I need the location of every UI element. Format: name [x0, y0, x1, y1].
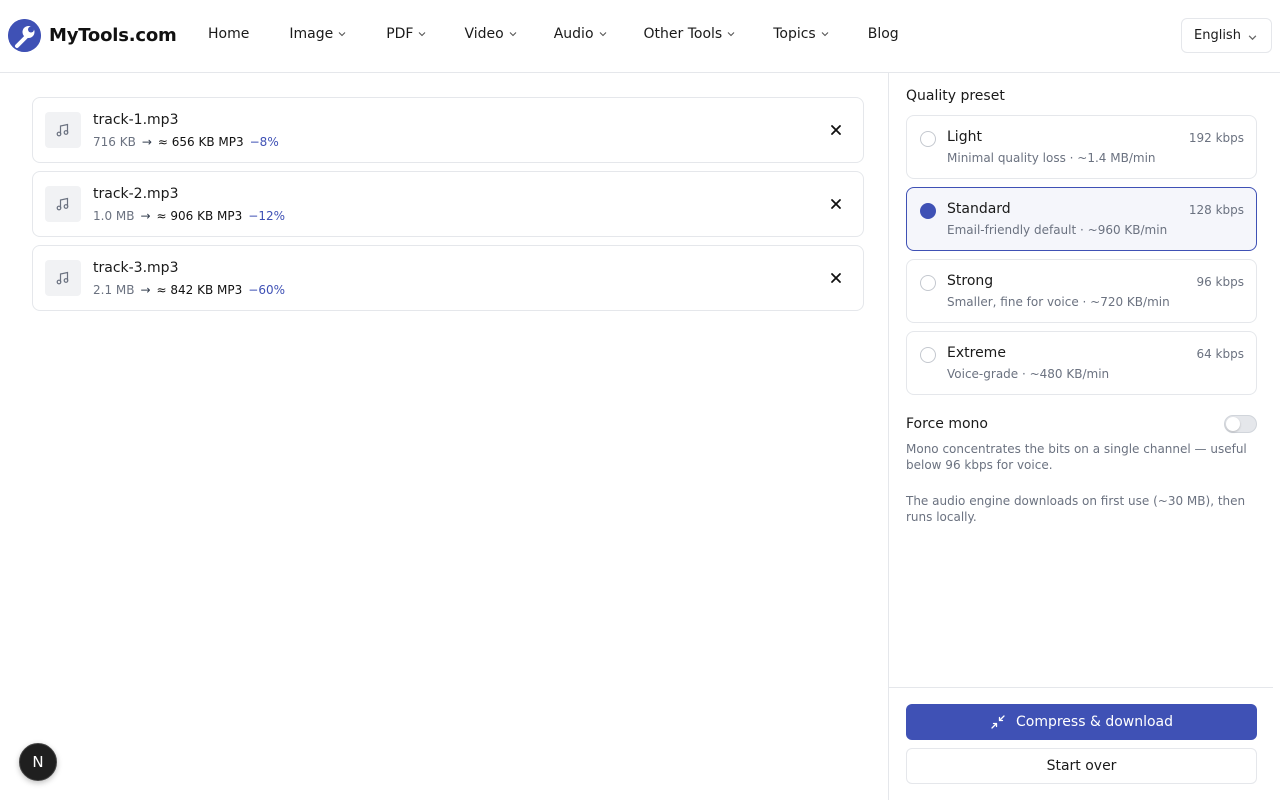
- force-mono-help: Mono concentrates the bits on a single c…: [906, 442, 1247, 472]
- radio-button[interactable]: [920, 275, 936, 291]
- site-logo[interactable]: MyTools.com: [8, 19, 177, 52]
- nav-blog[interactable]: Blog: [868, 26, 899, 42]
- music-note-icon: [45, 186, 81, 222]
- chevron-down-icon: [599, 32, 606, 37]
- language-value: English: [1194, 28, 1241, 43]
- file-name: track-1.mp3: [93, 112, 179, 128]
- estimated-size: ≈ 656 KB MP3: [157, 135, 244, 149]
- preset-description: Email-friendly default · ~960 KB/min: [947, 223, 1168, 237]
- original-size: 716 KB: [93, 135, 136, 149]
- original-size: 1.0 MB: [93, 209, 135, 223]
- preset-bitrate: 128 kbps: [1188, 203, 1244, 217]
- language-select[interactable]: English: [1181, 18, 1272, 53]
- fab-label: N: [32, 753, 44, 771]
- preset-standard[interactable]: Standard 128 kbps Email-friendly default…: [906, 187, 1257, 251]
- preset-strong[interactable]: Strong 96 kbps Smaller, fine for voice ·…: [906, 259, 1257, 323]
- file-row: track-3.mp3 2.1 MB → ≈ 842 KB MP3 −60%: [32, 245, 864, 311]
- preset-description: Minimal quality loss · ~1.4 MB/min: [947, 151, 1156, 165]
- size-change: −12%: [248, 209, 286, 223]
- nav-pdf[interactable]: PDF: [386, 26, 426, 42]
- chevron-down-icon: [419, 32, 426, 37]
- file-row: track-1.mp3 716 KB → ≈ 656 KB MP3 −8%: [32, 97, 864, 163]
- nav-label: Home: [208, 26, 250, 42]
- chevron-down-icon: [1248, 35, 1257, 41]
- force-mono-label: Force mono: [906, 416, 988, 432]
- toggle-knob: [1226, 417, 1240, 431]
- preset-name: Strong: [947, 273, 994, 289]
- file-size-info: 716 KB → ≈ 656 KB MP3 −8%: [93, 135, 279, 149]
- file-size-info: 1.0 MB → ≈ 906 KB MP3 −12%: [93, 209, 285, 223]
- preset-name: Extreme: [947, 345, 1006, 361]
- file-name: track-2.mp3: [93, 186, 179, 202]
- estimated-size: ≈ 906 KB MP3: [156, 209, 243, 223]
- wrench-logo-icon: [8, 19, 41, 52]
- nav-label: PDF: [386, 26, 414, 42]
- close-icon[interactable]: [829, 197, 843, 211]
- chevron-down-icon: [338, 32, 346, 37]
- nav-image[interactable]: Image: [289, 26, 346, 42]
- arrow-right-icon: →: [140, 209, 151, 223]
- compress-download-button[interactable]: Compress & download: [906, 704, 1257, 740]
- arrow-right-icon: →: [140, 283, 151, 297]
- preset-light[interactable]: Light 192 kbps Minimal quality loss · ~1…: [906, 115, 1257, 179]
- chevron-down-icon: [727, 32, 735, 37]
- chevron-down-icon: [509, 32, 517, 37]
- preset-bitrate: 64 kbps: [1196, 347, 1244, 361]
- site-name: MyTools.com: [49, 25, 177, 46]
- preset-description: Voice-grade · ~480 KB/min: [947, 367, 1110, 381]
- divider: [889, 687, 1273, 688]
- nav-label: Video: [464, 26, 504, 42]
- original-size: 2.1 MB: [93, 283, 135, 297]
- file-size-info: 2.1 MB → ≈ 842 KB MP3 −60%: [93, 283, 285, 297]
- quality-preset-heading: Quality preset: [906, 88, 1005, 104]
- preset-bitrate: 192 kbps: [1188, 131, 1244, 145]
- nav-other-tools[interactable]: Other Tools: [644, 26, 736, 42]
- nav-label: Other Tools: [643, 26, 723, 42]
- settings-panel: Quality preset Light 192 kbps Minimal qu…: [888, 73, 1280, 800]
- radio-button[interactable]: [920, 131, 936, 147]
- nav-home[interactable]: Home: [208, 26, 249, 42]
- close-icon[interactable]: [829, 271, 843, 285]
- arrow-right-icon: →: [141, 135, 152, 149]
- top-header: MyTools.com Home Image PDF Video Audio O…: [0, 0, 1280, 73]
- preset-name: Light: [947, 129, 982, 145]
- main-nav: Home Image PDF Video Audio Other Tools T…: [208, 26, 899, 42]
- close-icon[interactable]: [829, 123, 843, 137]
- preset-name: Standard: [947, 201, 1011, 217]
- file-row: track-2.mp3 1.0 MB → ≈ 906 KB MP3 −12%: [32, 171, 864, 237]
- engine-note: The audio engine downloads on first use …: [906, 494, 1246, 524]
- chevron-down-icon: [821, 32, 829, 37]
- size-change: −8%: [249, 135, 279, 149]
- music-note-icon: [45, 112, 81, 148]
- estimated-size: ≈ 842 KB MP3: [156, 283, 243, 297]
- nav-audio[interactable]: Audio: [554, 26, 607, 42]
- compress-download-label: Compress & download: [1015, 714, 1174, 730]
- size-change: −60%: [248, 283, 286, 297]
- start-over-label: Start over: [1046, 758, 1117, 774]
- nav-label: Topics: [773, 26, 816, 42]
- preset-description: Smaller, fine for voice · ~720 KB/min: [947, 295, 1170, 309]
- force-mono-toggle[interactable]: [1224, 415, 1257, 433]
- start-over-button[interactable]: Start over: [906, 748, 1257, 784]
- preset-extreme[interactable]: Extreme 64 kbps Voice-grade · ~480 KB/mi…: [906, 331, 1257, 395]
- music-note-icon: [45, 260, 81, 296]
- nav-label: Blog: [867, 26, 899, 42]
- floating-action-button[interactable]: N: [19, 743, 57, 781]
- radio-button[interactable]: [920, 347, 936, 363]
- compress-arrows-icon: [990, 714, 1006, 730]
- preset-bitrate: 96 kbps: [1196, 275, 1244, 289]
- nav-label: Image: [289, 26, 334, 42]
- radio-button-selected[interactable]: [920, 203, 936, 219]
- file-name: track-3.mp3: [93, 260, 179, 276]
- nav-video[interactable]: Video: [464, 26, 517, 42]
- nav-topics[interactable]: Topics: [773, 26, 829, 42]
- nav-label: Audio: [553, 26, 594, 42]
